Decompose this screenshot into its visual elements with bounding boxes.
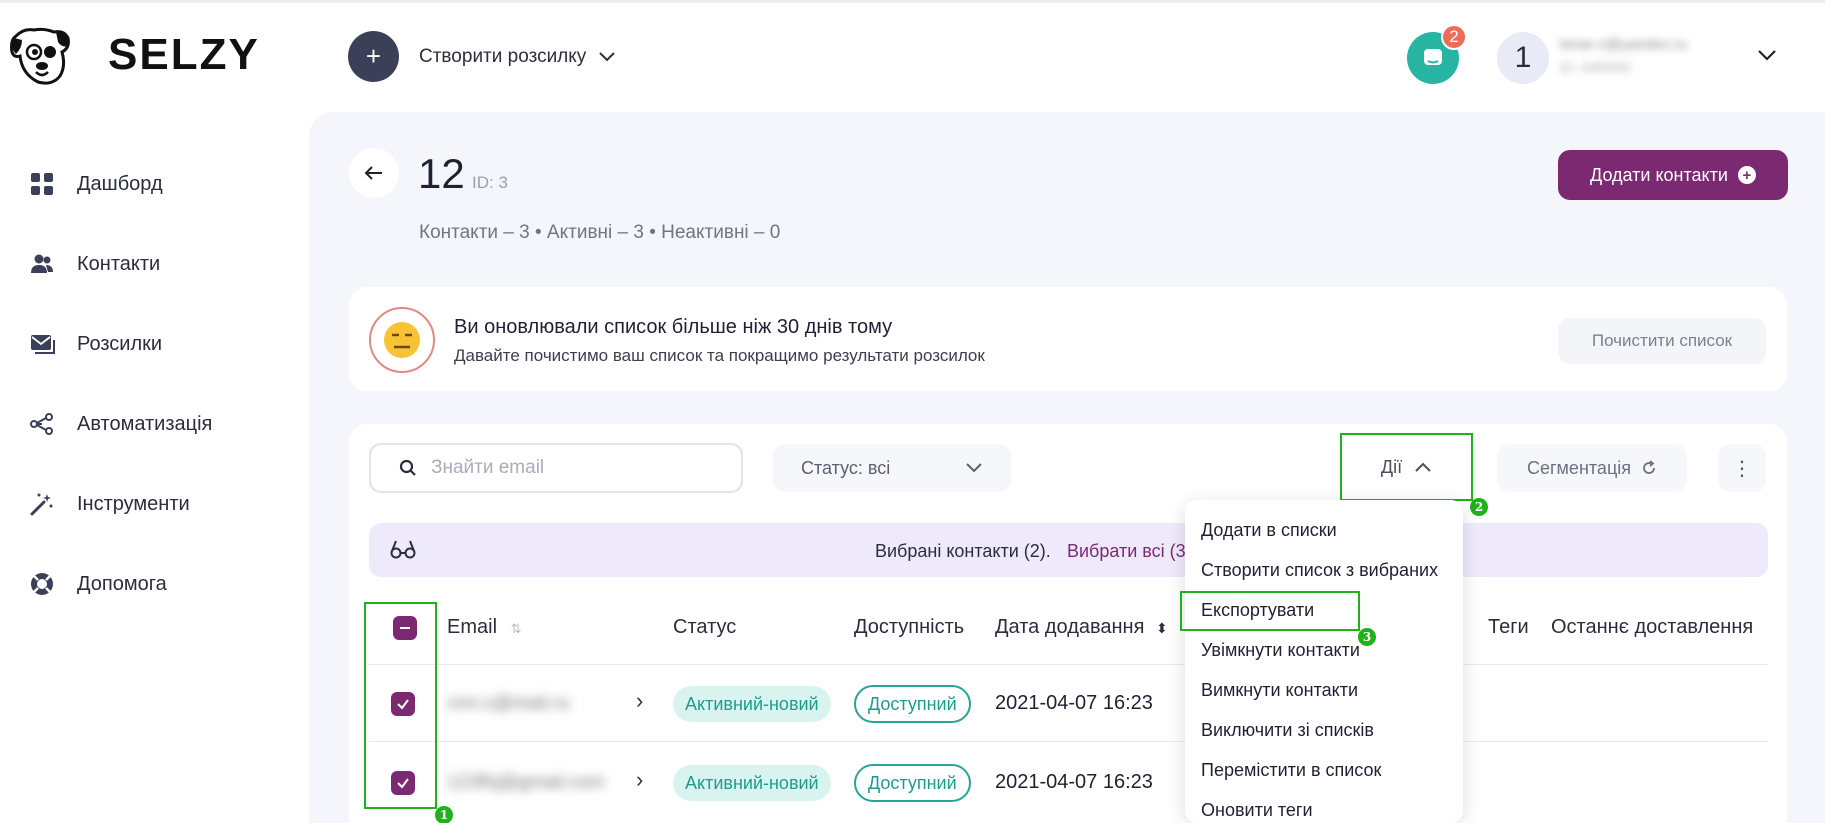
column-header-status: Статус <box>673 616 737 638</box>
contact-email[interactable]: cnn-z@mail.ru <box>447 693 570 715</box>
table-header-divider <box>369 664 1768 665</box>
sidebar-item-campaigns[interactable]: Розсилки <box>29 331 162 357</box>
selzy-logo[interactable] <box>8 26 74 86</box>
status-filter-select[interactable]: Статус: всі <box>773 444 1011 492</box>
contacts-icon <box>31 254 53 273</box>
sort-icon: ⇅ <box>510 621 522 636</box>
dog-logo-icon <box>10 27 70 85</box>
glasses-icon <box>390 538 416 565</box>
plus-icon: + <box>365 41 382 71</box>
mail-icon <box>31 335 55 354</box>
sort-desc-icon: ⬍ <box>1156 620 1168 636</box>
search-input[interactable] <box>431 457 731 479</box>
sidebar-item-label: Допомога <box>77 572 167 595</box>
contact-email[interactable]: 123fhj@gmail.com <box>447 772 605 794</box>
selected-contacts-text: Вибрані контакти (2). <box>875 541 1051 561</box>
menu-item-add-to-lists[interactable]: Додати в списки <box>1201 520 1337 541</box>
arrow-left-icon <box>364 166 382 180</box>
segmentation-label: Сегментація <box>1526 457 1631 478</box>
chat-icon <box>1424 49 1442 65</box>
chevron-right-icon[interactable]: › <box>636 688 643 714</box>
search-icon <box>399 459 416 476</box>
create-campaign-dropdown[interactable]: Створити розсилку <box>419 46 616 68</box>
refresh-icon <box>1643 460 1655 474</box>
notification-count-badge: 2 <box>1441 24 1467 50</box>
create-campaign-label: Створити розсилку <box>419 46 587 67</box>
top-divider <box>0 0 1825 3</box>
annotation-badge-1: 1 <box>435 806 453 823</box>
list-stats: Контакти – 3 • Активні – 3 • Неактивні –… <box>419 222 781 243</box>
chevron-down-icon <box>966 463 982 473</box>
chevron-down-icon <box>599 52 616 62</box>
dashboard-icon <box>31 173 53 195</box>
sidebar-item-contacts[interactable]: Контакти <box>29 251 160 277</box>
more-vertical-icon: ⋮ <box>1732 457 1752 480</box>
column-header-availability: Доступність <box>854 616 965 638</box>
search-box[interactable] <box>369 443 743 493</box>
create-campaign-button[interactable]: + <box>348 31 399 82</box>
segmentation-button[interactable]: Сегментація <box>1497 444 1687 492</box>
sidebar-item-label: Розсилки <box>77 332 163 355</box>
add-contacts-label: Додати контакти <box>1590 164 1728 185</box>
account-email: lenar-z@yandex.ru <box>1560 36 1687 53</box>
sidebar-item-automation[interactable]: Автоматизація <box>29 411 212 437</box>
magic-wand-icon <box>30 493 53 516</box>
date-added: 2021-04-07 16:23 <box>995 771 1153 793</box>
actions-label: Дії <box>1380 456 1403 477</box>
column-header-date-added[interactable]: Дата додавання ⬍ <box>995 616 1168 639</box>
menu-item-enable-contacts[interactable]: Увімкнути контакти <box>1201 640 1360 661</box>
annotation-badge-3: 3 <box>1358 628 1376 646</box>
availability-badge: Доступний <box>854 685 971 723</box>
column-header-last-delivery: Останнє доставлення <box>1551 616 1754 638</box>
menu-item-exclude-from-lists[interactable]: Виключити зі списків <box>1201 720 1374 741</box>
sidebar-item-label: Автоматизація <box>77 412 213 435</box>
add-contacts-button[interactable]: Додати контакти + <box>1558 150 1788 200</box>
date-added: 2021-04-07 16:23 <box>995 692 1153 714</box>
actions-button[interactable]: Дії <box>1340 433 1473 501</box>
status-badge: Активний-новий <box>673 765 831 801</box>
sidebar-item-label: Дашборд <box>77 172 163 195</box>
menu-item-update-tags[interactable]: Оновити теги <box>1201 800 1313 821</box>
avatar[interactable]: 1 <box>1497 32 1549 84</box>
menu-item-create-list-from-selected[interactable]: Створити список з вибраних <box>1201 560 1438 581</box>
plus-circle-icon: + <box>1737 166 1756 184</box>
sidebar-item-label: Інструменти <box>77 492 190 515</box>
column-header-email[interactable]: Email ⇅ <box>447 616 521 639</box>
back-button[interactable] <box>349 148 399 198</box>
clean-list-button[interactable]: Почистити список <box>1558 318 1766 364</box>
brand-name: SELZY <box>108 30 260 79</box>
chevron-right-icon[interactable]: › <box>636 767 643 793</box>
more-options-button[interactable]: ⋮ <box>1718 444 1766 492</box>
sidebar-item-label: Контакти <box>77 252 161 275</box>
annotation-highlight-export <box>1180 591 1360 631</box>
list-id: ID: 3 <box>472 173 508 192</box>
annotation-badge-2: 2 <box>1470 498 1488 516</box>
menu-item-disable-contacts[interactable]: Вимкнути контакти <box>1201 680 1358 701</box>
chevron-down-icon <box>1758 50 1776 61</box>
banner-title: Ви оновлювали список більше ніж 30 днів … <box>454 316 893 338</box>
annotation-highlight-checkboxes <box>364 602 437 809</box>
neutral-face-icon <box>369 307 435 373</box>
table-row-divider <box>369 741 1768 742</box>
sidebar-item-tools[interactable]: Інструменти <box>29 491 190 517</box>
select-all-link[interactable]: Вибрати всі (3 <box>1067 541 1186 562</box>
automation-icon <box>30 413 53 435</box>
menu-item-move-to-list[interactable]: Перемістити в список <box>1201 760 1381 781</box>
availability-badge: Доступний <box>854 764 971 802</box>
sidebar-item-dashboard[interactable]: Дашборд <box>29 171 163 197</box>
chevron-up-icon <box>1415 462 1431 472</box>
page-title: 12 <box>418 150 465 197</box>
column-header-tags: Теги <box>1488 616 1529 638</box>
help-lifebuoy-icon <box>31 573 53 595</box>
status-badge: Активний-новий <box>673 686 831 722</box>
account-menu-chevron[interactable] <box>1757 48 1777 67</box>
status-filter-label: Статус: всі <box>801 457 891 478</box>
sidebar-item-help[interactable]: Допомога <box>29 571 167 597</box>
account-id: ID: 4483000 <box>1560 60 1631 75</box>
banner-subtitle: Давайте почистимо ваш список та покращим… <box>454 346 985 365</box>
